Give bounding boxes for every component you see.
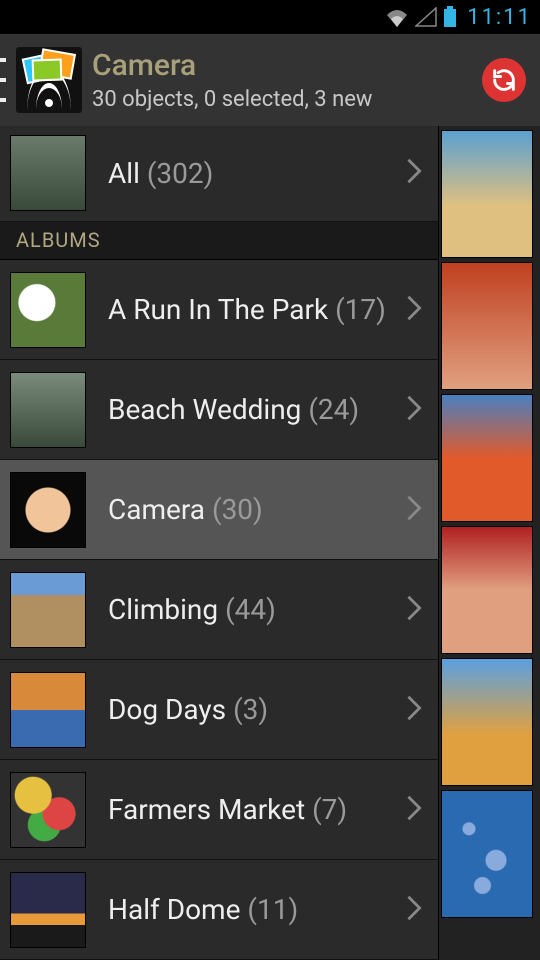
strip-thumbnail[interactable] <box>441 130 533 258</box>
chevron-right-icon <box>404 157 424 189</box>
status-bar: 11:11 <box>0 0 540 34</box>
page-subtitle: 30 objects, 0 selected, 3 new <box>92 86 482 114</box>
thumbnail <box>10 672 86 748</box>
list-item-label: Climbing (44) <box>108 593 398 626</box>
list-item-label: A Run In The Park (17) <box>108 293 398 326</box>
thumbnail <box>10 572 86 648</box>
list-item-label: Farmers Market (7) <box>108 793 398 826</box>
list-item[interactable]: Camera (30) <box>0 460 438 560</box>
strip-thumbnail[interactable] <box>441 394 533 522</box>
list-item-label: Dog Days (3) <box>108 693 398 726</box>
battery-icon <box>443 6 457 28</box>
chevron-right-icon <box>404 594 424 626</box>
strip-thumbnail[interactable] <box>441 262 533 390</box>
signal-icon <box>415 7 437 27</box>
app-icon[interactable] <box>16 47 82 113</box>
album-list[interactable]: All (302) ALBUMS A Run In The Park (17) B… <box>0 126 438 960</box>
chevron-right-icon <box>404 794 424 826</box>
list-item-label: All (302) <box>108 157 398 190</box>
list-item-label: Half Dome (11) <box>108 893 398 926</box>
wifi-icon <box>385 7 409 27</box>
list-item[interactable]: Climbing (44) <box>0 560 438 660</box>
refresh-button[interactable] <box>482 58 526 102</box>
thumbnail-strip[interactable] <box>438 126 540 960</box>
thumbnail <box>10 472 86 548</box>
list-item-label: Camera (30) <box>108 493 398 526</box>
chevron-right-icon <box>404 294 424 326</box>
strip-thumbnail[interactable] <box>441 526 533 654</box>
thumbnail <box>10 772 86 848</box>
list-item-label: Beach Wedding (24) <box>108 393 398 426</box>
list-item-all[interactable]: All (302) <box>0 126 438 222</box>
drawer-toggle[interactable] <box>0 50 6 110</box>
thumbnail <box>10 272 86 348</box>
chevron-right-icon <box>404 494 424 526</box>
strip-thumbnail[interactable] <box>441 790 533 918</box>
status-time: 11:11 <box>467 5 532 30</box>
refresh-icon <box>490 66 518 94</box>
header-text: Camera 30 objects, 0 selected, 3 new <box>92 47 482 114</box>
app-header: Camera 30 objects, 0 selected, 3 new <box>0 34 540 126</box>
page-title: Camera <box>92 47 482 85</box>
list-item[interactable]: Dog Days (3) <box>0 660 438 760</box>
thumbnail <box>10 872 86 948</box>
list-item[interactable]: A Run In The Park (17) <box>0 260 438 360</box>
thumbnail <box>10 135 86 211</box>
list-item[interactable]: Beach Wedding (24) <box>0 360 438 460</box>
strip-thumbnail[interactable] <box>441 658 533 786</box>
section-header-albums: ALBUMS <box>0 222 438 260</box>
chevron-right-icon <box>404 694 424 726</box>
list-item[interactable]: Farmers Market (7) <box>0 760 438 860</box>
content-area: All (302) ALBUMS A Run In The Park (17) B… <box>0 126 540 960</box>
chevron-right-icon <box>404 394 424 426</box>
thumbnail <box>10 372 86 448</box>
chevron-right-icon <box>404 894 424 926</box>
list-item[interactable]: Half Dome (11) <box>0 860 438 960</box>
